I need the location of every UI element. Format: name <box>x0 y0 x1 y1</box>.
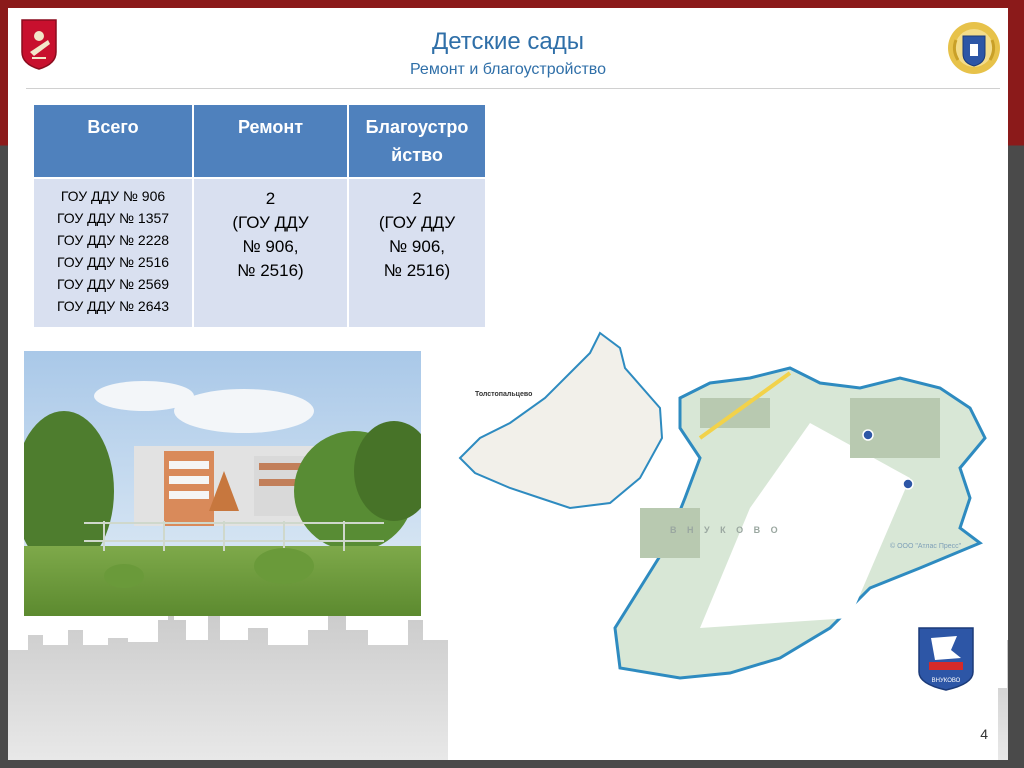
column-header-improvement: Благоустро йство <box>347 103 487 179</box>
map-copyright: © ООО "Атлас Пресс" <box>890 542 962 550</box>
school-list-cell: ГОУ ДДУ № 906 ГОУ ДДУ № 1357 ГОУ ДДУ № 2… <box>32 177 194 329</box>
column-header-repair: Ремонт <box>192 103 349 179</box>
school-item: ГОУ ДДУ № 2516 <box>56 254 170 270</box>
page-number: 4 <box>980 726 988 742</box>
map-label-tolstopaltsevo: Толстопальцево <box>475 391 532 398</box>
header-divider <box>26 88 1000 89</box>
table-header-row: Всего Ремонт Благоустро йство <box>32 103 487 179</box>
improvement-cell: 2 (ГОУ ДДУ № 906, № 2516) <box>347 177 487 329</box>
school-item: ГОУ ДДУ № 906 <box>60 188 166 204</box>
school-item: ГОУ ДДУ № 1357 <box>56 210 170 226</box>
vnukovo-district-logo: ВНУКОВО <box>918 627 974 691</box>
kindergarten-photo <box>24 351 421 616</box>
school-item: ГОУ ДДУ № 2228 <box>56 232 170 248</box>
school-item: ГОУ ДДУ № 2569 <box>56 276 170 292</box>
kindergarten-table: Всего Ремонт Благоустро йство ГОУ ДДУ № … <box>32 103 487 329</box>
map-label-vnukovo: В Н У К О В О <box>670 525 782 535</box>
page-subtitle: Ремонт и благоустройство <box>409 61 607 78</box>
column-header-total: Всего <box>32 103 194 179</box>
table-row: ГОУ ДДУ № 906 ГОУ ДДУ № 1357 ГОУ ДДУ № 2… <box>32 177 487 329</box>
page-title: Детские сады <box>431 28 585 55</box>
repair-cell: 2 (ГОУ ДДУ № 906, № 2516) <box>192 177 349 329</box>
school-item: ГОУ ДДУ № 2643 <box>56 298 170 314</box>
slide: Детские сады Ремонт и благоустройство Вс… <box>8 8 1008 760</box>
district-logo-text: ВНУКОВО <box>932 678 961 684</box>
